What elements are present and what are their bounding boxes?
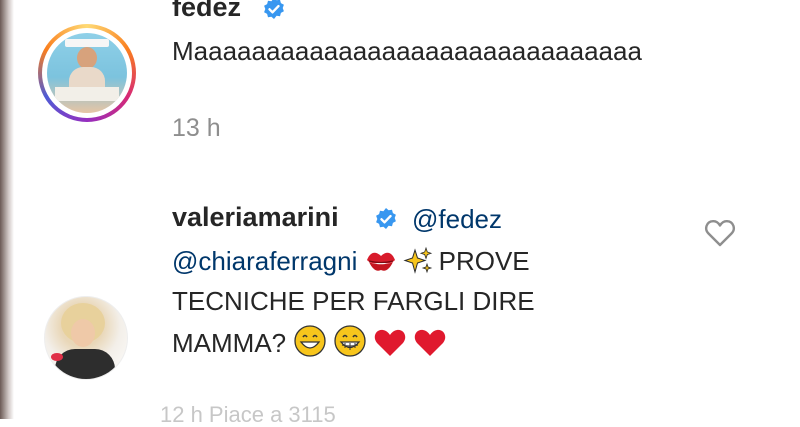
grinning-face-icon <box>294 325 327 357</box>
beaming-face-icon <box>334 325 367 357</box>
avatar-image <box>47 33 127 113</box>
verified-badge-icon <box>264 0 284 19</box>
red-heart-icon <box>415 329 446 356</box>
mention-chiaraferragni-link[interactable]: @chiaraferragni <box>172 246 357 276</box>
red-heart-icon <box>375 329 406 356</box>
comment-meta-partial: 12 h Piace a 3115 <box>160 402 336 427</box>
comment-line-2: @chiaraferragni PROVE <box>172 242 530 280</box>
fedez-avatar[interactable] <box>38 24 136 122</box>
comment-text: Maaaaaaaaaaaaaaaaaaaaaaaaaaaaaaa <box>172 36 642 66</box>
kiss-mark-icon <box>366 252 395 271</box>
comment-username-fedez[interactable]: fedez <box>172 0 241 21</box>
comment-timestamp[interactable]: 13 h <box>172 116 221 141</box>
verified-badge-icon <box>376 208 396 229</box>
comment-username-valeriamarini[interactable]: valeriamarini <box>172 204 339 231</box>
like-comment-heart-icon[interactable] <box>704 218 736 248</box>
sparkles-icon <box>403 246 432 274</box>
mention-fedez-link[interactable]: @fedez <box>412 200 502 238</box>
valeriamarini-avatar[interactable] <box>44 296 128 380</box>
comment-text-mamma: MAMMA? <box>172 328 287 358</box>
comment-line-4: MAMMA? <box>172 324 453 362</box>
comment-line-3: TECNICHE PER FARGLI DIRE <box>172 286 535 316</box>
comment-text-prove: PROVE <box>438 246 530 276</box>
background-photo-edge <box>0 0 14 419</box>
